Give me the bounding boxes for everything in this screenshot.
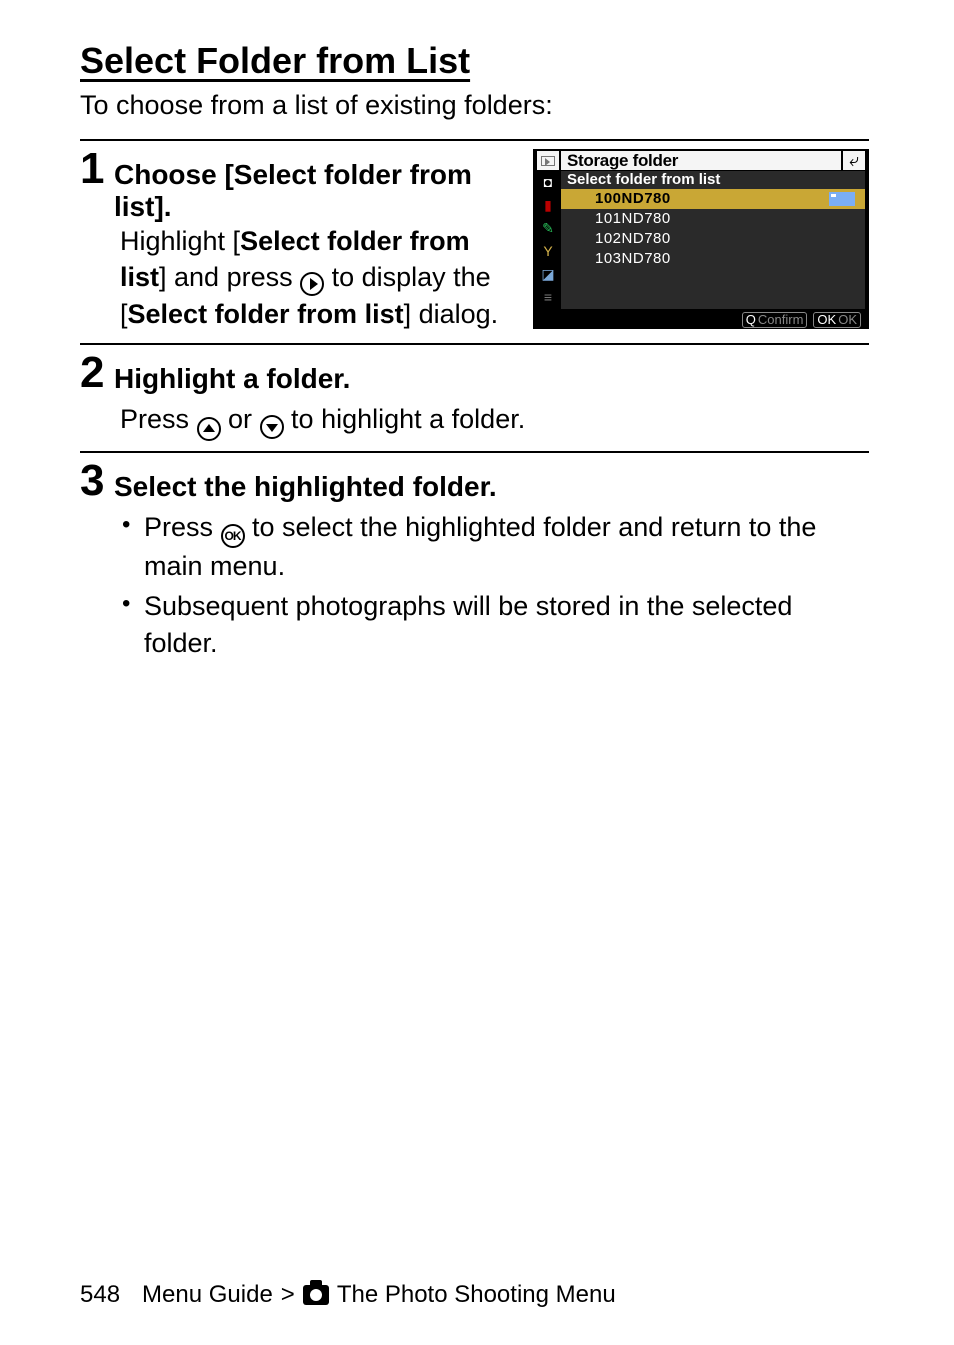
photo-shooting-menu-icon: ◘ (539, 173, 557, 191)
folder-list-item: 101ND780 (561, 209, 865, 229)
step-3-body: Press OK to select the highlighted folde… (80, 509, 869, 661)
playback-menu-icon (537, 151, 559, 170)
folder-name: 100ND780 (595, 190, 671, 207)
bullet-item: Subsequent photographs will be stored in… (120, 588, 869, 661)
breadcrumb-left: Menu Guide (142, 1281, 273, 1309)
intro-text: To choose from a list of existing folder… (80, 90, 869, 121)
text: to highlight a folder. (284, 404, 526, 434)
page-footer: 548 Menu Guide > The Photo Shooting Menu (80, 1281, 869, 1309)
camera-menu-sidebar: ◘ ▮ ✎ Y ◪ ≡ (537, 171, 559, 327)
bullet-item: Press OK to select the highlighted folde… (120, 509, 869, 585)
step-divider (80, 343, 869, 345)
setup-menu-icon: Y (539, 242, 557, 260)
camera-menu-subtitle: Select folder from list (561, 171, 865, 189)
my-menu-icon: ≡ (539, 288, 557, 306)
section-heading: Select Folder from List (80, 40, 869, 82)
page-number: 548 (80, 1281, 120, 1309)
step-divider (80, 451, 869, 453)
step-2-body: Press or to highlight a folder. (80, 401, 869, 441)
multi-selector-right-icon (300, 272, 324, 296)
step-divider (80, 139, 869, 141)
step-2: 2 Highlight a folder. Press or to highli… (80, 351, 869, 441)
card-icon (829, 192, 855, 206)
ok-hint: OKOK (813, 312, 861, 328)
folder-list-item: 102ND780 (561, 229, 865, 249)
custom-settings-menu-icon: ✎ (539, 219, 557, 237)
step-2-number: 2 (80, 351, 108, 395)
bold-text: Select folder from list (128, 299, 404, 329)
folder-list: 100ND780 101ND780 102ND780 103ND780 (561, 189, 865, 309)
step-3: 3 Select the highlighted folder. Press O… (80, 459, 869, 661)
multi-selector-up-icon (197, 417, 221, 441)
text: Press (120, 404, 197, 434)
text: Press (144, 512, 221, 542)
multi-selector-down-icon (260, 415, 284, 439)
step-2-title: Highlight a folder. (114, 351, 350, 395)
text: to select the highlighted folder and ret… (144, 512, 816, 581)
text: ] and press (159, 262, 300, 292)
step-1: 1 Choose [Select folder from list]. High… (80, 147, 869, 333)
step-1-body: Highlight [ Select folder from list ] and … (80, 223, 515, 333)
breadcrumb-separator: > (281, 1281, 295, 1309)
text: or (221, 404, 260, 434)
movie-shooting-menu-icon: ▮ (539, 196, 557, 214)
text: Highlight [ (120, 226, 240, 256)
camera-menu-screenshot: Storage folder ⤶ Select folder from list… (533, 149, 869, 329)
camera-icon (303, 1285, 329, 1305)
step-1-title: Choose [Select folder from list]. (114, 147, 515, 223)
camera-menu-footer: QConfirm OKOK (742, 312, 861, 328)
step-1-number: 1 (80, 147, 108, 191)
retouch-menu-icon: ◪ (539, 265, 557, 283)
ok-button-icon: OK (221, 524, 245, 548)
camera-menu-title: Storage folder (561, 151, 841, 170)
confirm-hint: QConfirm (742, 312, 808, 328)
step-3-title: Select the highlighted folder. (114, 459, 497, 503)
back-icon: ⤶ (843, 151, 865, 170)
text: ] dialog. (404, 299, 499, 329)
folder-list-item: 100ND780 (561, 189, 865, 209)
step-3-number: 3 (80, 459, 108, 503)
breadcrumb-right: The Photo Shooting Menu (337, 1281, 616, 1309)
folder-list-item: 103ND780 (561, 249, 865, 269)
